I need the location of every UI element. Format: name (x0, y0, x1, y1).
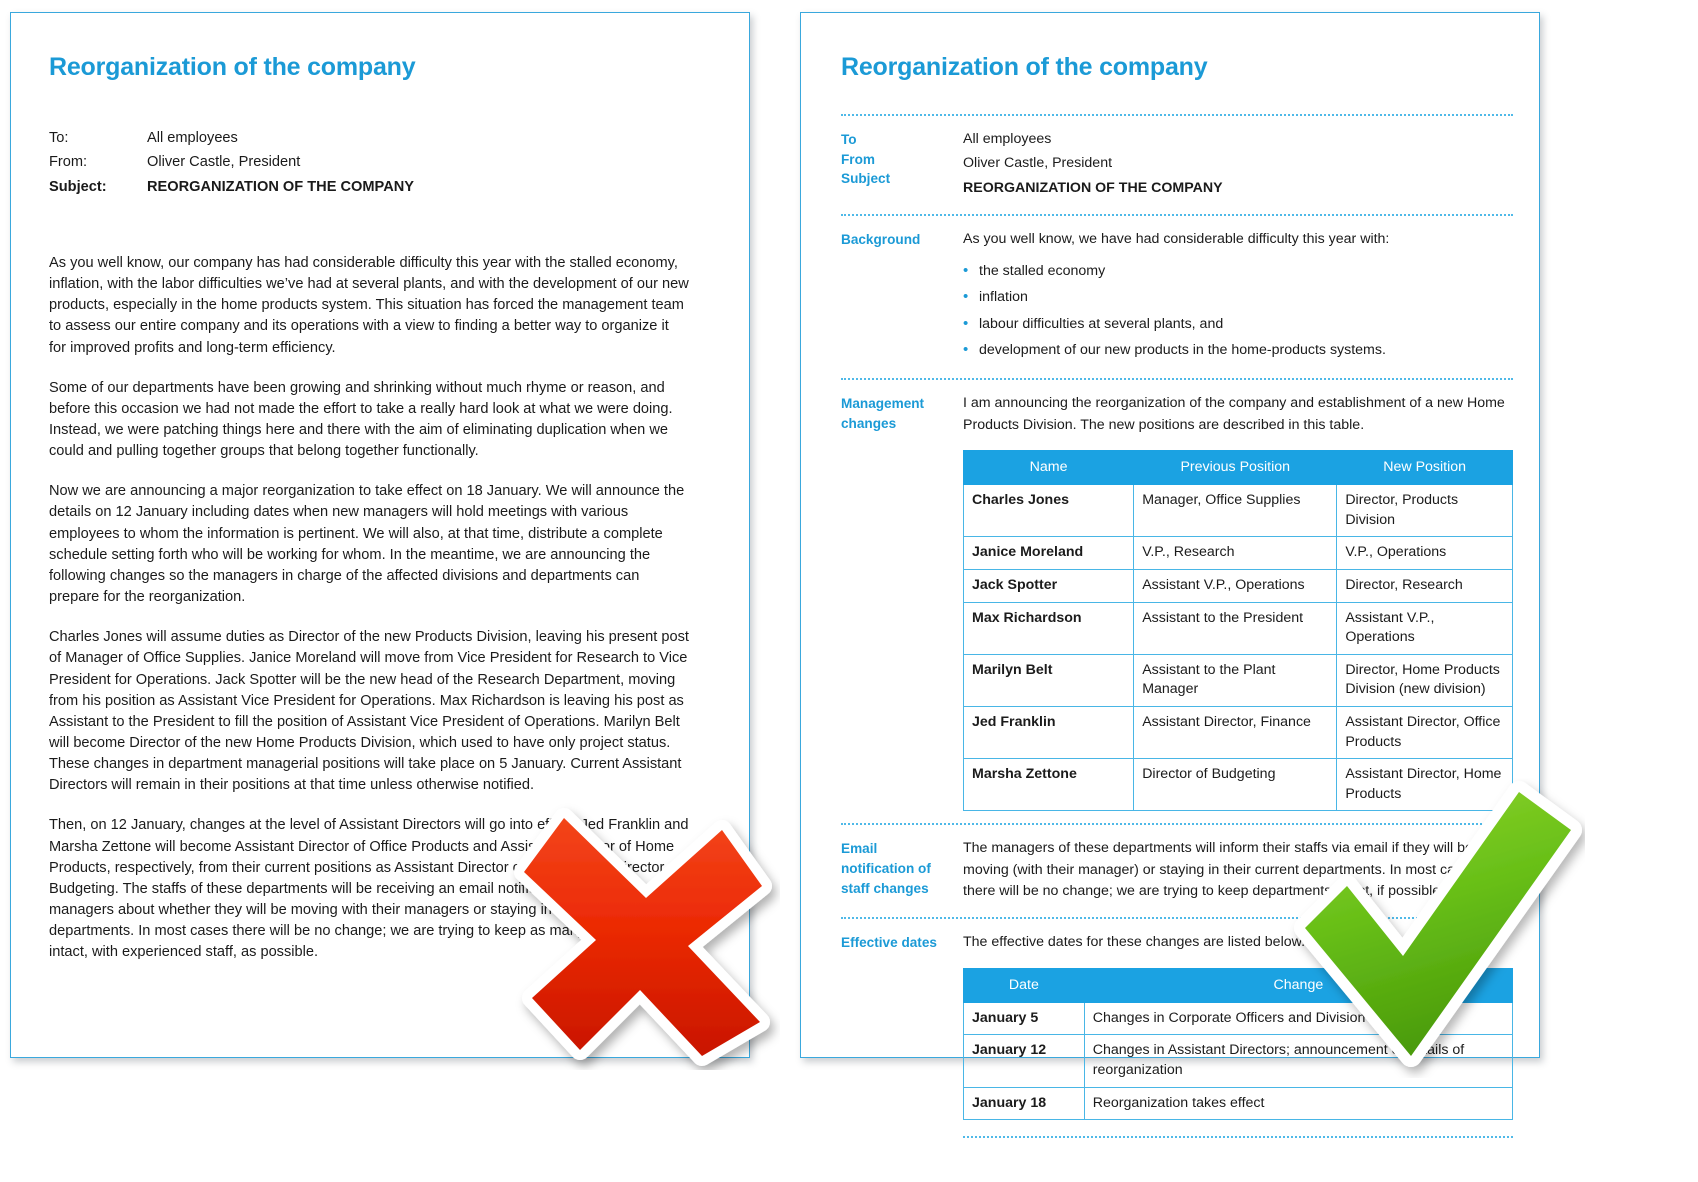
management-intro: I am announcing the reorganization of th… (963, 395, 1505, 433)
cell-date: January 5 (963, 1001, 1085, 1036)
cell-name: Max Richardson (962, 601, 1135, 655)
memo-value-to: All employees (147, 130, 238, 146)
column-header-name: Name (962, 449, 1135, 486)
column-header-previous-position: Previous Position (1133, 449, 1338, 486)
cell-change: Changes in Corporate Officers and Divisi… (1083, 1001, 1514, 1036)
memo-values-right: All employees Oliver Castle, President R… (963, 129, 1513, 202)
document-page-before: Reorganization of the company To: All em… (10, 12, 750, 1058)
paragraph: Some of our departments have been growin… (49, 379, 673, 460)
memo-value-subject: REORGANIZATION OF THE COMPANY (963, 179, 1223, 196)
cell-previous-position: Assistant to the President (1133, 601, 1338, 655)
memo-body-left: As you well know, our company has had co… (49, 253, 715, 964)
email-notification-text: The managers of these departments will i… (963, 840, 1478, 899)
memo-label-from: From (841, 151, 875, 167)
table-header-row: Date Change (963, 967, 1514, 1003)
cell-name: Marilyn Belt (962, 653, 1135, 708)
table-row: Marilyn Belt Assistant to the Plant Mana… (962, 653, 1513, 708)
table-row: Janice Moreland V.P., Research V.P., Ope… (962, 536, 1513, 571)
memo-label-from: From: (49, 154, 88, 171)
section-label-line1: Email (841, 841, 878, 857)
cell-name: Janice Moreland (962, 536, 1135, 571)
table-row: Charles Jones Manager, Office Supplies D… (962, 484, 1513, 538)
cell-change: Changes in Assistant Directors; announce… (1083, 1034, 1514, 1088)
cell-new-position: Assistant Director, Office Products (1336, 706, 1513, 760)
section-management-changes: Management changes I am announcing the r… (841, 378, 1513, 812)
table-row: Jed Franklin Assistant Director, Finance… (962, 706, 1513, 760)
paragraph: Then, on 12 January, changes at the leve… (49, 817, 689, 961)
cell-new-position: Director, Products Division (1336, 484, 1513, 538)
column-header-new-position: New Position (1336, 449, 1513, 486)
memo-header-right: To From Subject All employees Oliver Cas… (841, 114, 1513, 202)
section-label-line2: changes (841, 416, 897, 432)
column-header-change: Change (1083, 967, 1514, 1003)
cell-name: Marsha Zettone (962, 758, 1135, 812)
memo-header-left: To: All employees From: Oliver Castle, P… (49, 128, 414, 201)
table-row: January 12 Changes in Assistant Director… (963, 1034, 1514, 1088)
memo-value-from: Oliver Castle, President (963, 155, 1113, 172)
memo-labels-right: To From Subject (841, 129, 963, 202)
effective-dates-table: Date Change January 5 Changes in Corpora… (963, 967, 1514, 1121)
section-label-line2: notification of (841, 861, 931, 877)
cell-date: January 18 (963, 1086, 1085, 1121)
list-item: development of our new products in the h… (963, 339, 1513, 362)
management-changes-table: Name Previous Position New Position Char… (962, 449, 1513, 812)
cell-new-position: Assistant V.P., Operations (1336, 601, 1513, 655)
cell-previous-position: Assistant V.P., Operations (1133, 569, 1338, 603)
cell-name: Jed Franklin (962, 706, 1135, 760)
paragraph: As you well know, our company has had co… (49, 254, 689, 356)
memo-label-to: To: (49, 130, 69, 146)
list-item: inflation (963, 286, 1513, 309)
table-header-row: Name Previous Position New Position (962, 449, 1513, 486)
cell-previous-position: V.P., Research (1133, 536, 1338, 571)
cell-name: Charles Jones (962, 484, 1135, 538)
table-row: Jack Spotter Assistant V.P., Operations … (962, 569, 1513, 603)
cell-date: January 12 (963, 1034, 1085, 1088)
section-label-line1: Management (841, 396, 925, 412)
cell-new-position: V.P., Operations (1336, 536, 1513, 571)
memo-row-from: From: Oliver Castle, President (49, 152, 414, 176)
section-label-email-notification: Email notification of staff changes (841, 838, 963, 905)
section-label-background: Background (841, 231, 921, 247)
comparison-canvas: Reorganization of the company To: All em… (0, 0, 1698, 1182)
memo-label-subject: Subject (841, 171, 891, 187)
table-row: Marsha Zettone Director of Budgeting Ass… (962, 758, 1513, 812)
paragraph: Charles Jones will assume duties as Dire… (49, 629, 689, 794)
page-title-right: Reorganization of the company (841, 53, 1208, 81)
cell-previous-position: Manager, Office Supplies (1133, 484, 1338, 538)
memo-row-to: To: All employees (49, 128, 414, 152)
cell-previous-position: Assistant Director, Finance (1133, 706, 1338, 760)
column-header-date: Date (963, 967, 1085, 1003)
memo-label-to: To (841, 132, 857, 147)
cell-change: Reorganization takes effect (1083, 1086, 1514, 1121)
section-background: Background As you well know, we have had… (841, 213, 1513, 366)
section-email-notification: Email notification of staff changes The … (841, 823, 1513, 905)
list-item: the stalled economy (963, 260, 1513, 283)
memo-value-subject: REORGANIZATION OF THE COMPANY (147, 178, 415, 195)
memo-label-subject: Subject: (49, 178, 107, 195)
cell-previous-position: Director of Budgeting (1133, 758, 1338, 812)
memo-value-from: Oliver Castle, President (147, 154, 301, 171)
document-page-after: Reorganization of the company To From Su… (800, 12, 1540, 1139)
cell-new-position: Assistant Director, Home Products (1336, 758, 1513, 812)
paragraph: Now we are announcing a major reorganiza… (49, 483, 685, 606)
memo-row-subject: Subject: REORGANIZATION OF THE COMPANY (49, 177, 414, 201)
effective-dates-intro: The effective dates for these changes ar… (963, 934, 1306, 951)
section-label-effective-dates: Effective dates (841, 935, 937, 951)
cell-new-position: Director, Home Products Division (new di… (1336, 653, 1513, 708)
page-title-left: Reorganization of the company (49, 53, 416, 81)
background-bullet-list: the stalled economy inflation labour dif… (963, 260, 1513, 362)
section-label-management: Management changes (841, 393, 963, 811)
section-divider (963, 1136, 1513, 1139)
table-row: January 18 Reorganization takes effect (963, 1086, 1514, 1121)
table-row: Max Richardson Assistant to the Presiden… (962, 601, 1513, 655)
memo-value-to: All employees (963, 131, 1052, 147)
table-row: January 5 Changes in Corporate Officers … (963, 1001, 1514, 1036)
list-item: labour difficulties at several plants, a… (963, 313, 1513, 336)
section-effective-dates: Effective dates The effective dates for … (841, 917, 1514, 1139)
section-label-line3: staff changes (841, 880, 929, 896)
background-intro: As you well know, we have had considerab… (963, 230, 1390, 247)
cell-name: Jack Spotter (962, 569, 1135, 603)
cell-previous-position: Assistant to the Plant Manager (1133, 653, 1338, 708)
cell-new-position: Director, Research (1336, 569, 1513, 603)
